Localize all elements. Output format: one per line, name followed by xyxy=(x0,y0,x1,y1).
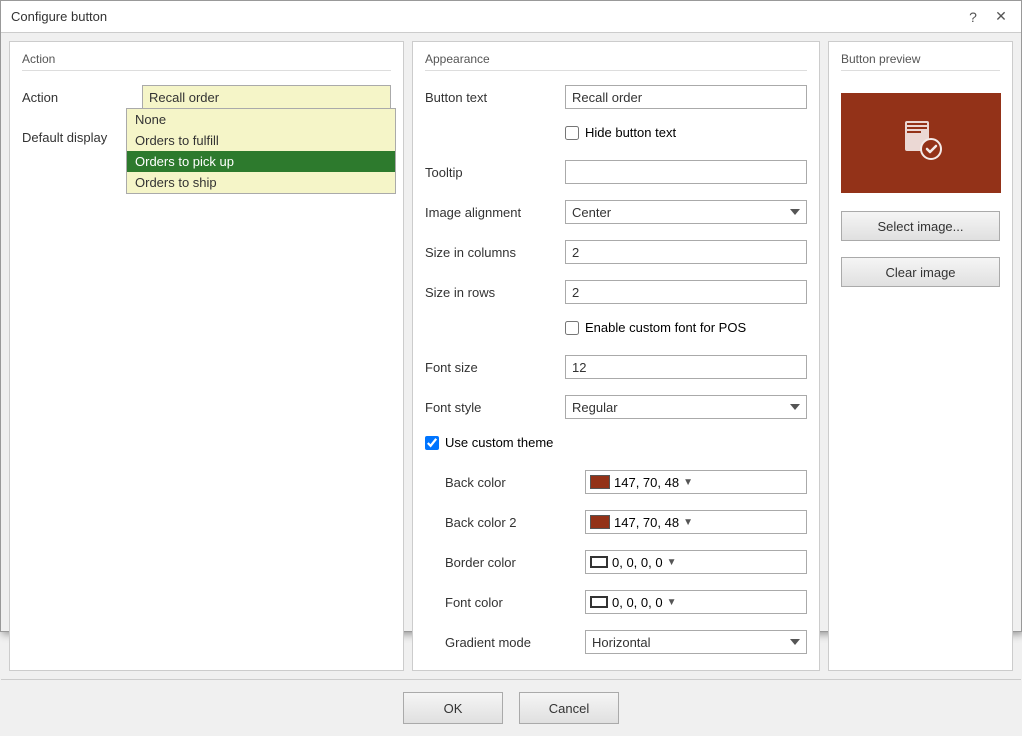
close-button[interactable]: ✕ xyxy=(991,7,1011,27)
dropdown-item-orders-ship[interactable]: Orders to ship xyxy=(127,172,395,193)
action-label: Action xyxy=(22,90,142,105)
size-columns-label: Size in columns xyxy=(425,245,565,260)
back-color2-value: 147, 70, 48 xyxy=(614,515,679,530)
back-color-swatch xyxy=(590,475,610,489)
border-color-label: Border color xyxy=(445,555,585,570)
hide-button-text-checkbox[interactable] xyxy=(565,126,579,140)
back-color-label: Back color xyxy=(445,475,585,490)
back-color2-swatch xyxy=(590,515,610,529)
font-size-label: Font size xyxy=(425,360,565,375)
back-color-row: Back color 147, 70, 48 ▼ xyxy=(425,470,807,494)
image-alignment-row: Image alignment Center xyxy=(425,200,807,224)
custom-font-label: Enable custom font for POS xyxy=(585,320,746,335)
button-preview-display xyxy=(841,93,1001,193)
appearance-panel: Appearance Button text Hide button text … xyxy=(412,41,820,671)
dropdown-item-orders-fulfill[interactable]: Orders to fulfill xyxy=(127,130,395,151)
back-color2-row: Back color 2 147, 70, 48 ▼ xyxy=(425,510,807,534)
font-size-row: Font size xyxy=(425,355,807,379)
font-size-input[interactable] xyxy=(565,355,807,379)
action-panel-header: Action xyxy=(22,52,391,71)
button-preview-panel: Button preview Select image... xyxy=(828,41,1013,671)
configure-button-dialog: Configure button ? ✕ Action Action Recal… xyxy=(0,0,1022,632)
tooltip-row: Tooltip xyxy=(425,160,807,184)
dropdown-item-orders-pickup[interactable]: Orders to pick up xyxy=(127,151,395,172)
dialog-body: Action Action Recall order Default displ… xyxy=(1,33,1021,679)
button-text-input[interactable] xyxy=(565,85,807,109)
back-color2-dropdown-arrow: ▼ xyxy=(683,517,693,528)
default-display-dropdown-overlay: None Orders to fulfill Orders to pick up… xyxy=(126,108,396,194)
back-color-select-wrapper[interactable]: 147, 70, 48 ▼ xyxy=(585,470,807,494)
tooltip-label: Tooltip xyxy=(425,165,565,180)
border-color-value: 0, 0, 0, 0 xyxy=(612,555,663,570)
gradient-mode-row: Gradient mode Horizontal xyxy=(425,630,807,654)
help-button[interactable]: ? xyxy=(963,7,983,27)
back-color2-select-wrapper[interactable]: 147, 70, 48 ▼ xyxy=(585,510,807,534)
size-rows-input[interactable] xyxy=(565,280,807,304)
hide-button-text-checkbox-row: Hide button text xyxy=(565,125,676,140)
custom-theme-checkbox-row: Use custom theme xyxy=(425,435,553,450)
border-color-swatch xyxy=(590,556,608,568)
custom-font-checkbox-row: Enable custom font for POS xyxy=(565,320,746,335)
back-color-value: 147, 70, 48 xyxy=(614,475,679,490)
action-select[interactable]: Recall order xyxy=(142,85,391,109)
font-style-select[interactable]: Regular xyxy=(565,395,807,419)
custom-theme-label: Use custom theme xyxy=(445,435,553,450)
preview-icon xyxy=(897,115,945,172)
font-color-label: Font color xyxy=(445,595,585,610)
clear-image-button[interactable]: Clear image xyxy=(841,257,1000,287)
font-color-swatch xyxy=(590,596,608,608)
size-rows-label: Size in rows xyxy=(425,285,565,300)
custom-font-checkbox[interactable] xyxy=(565,321,579,335)
size-rows-row: Size in rows xyxy=(425,280,807,304)
dialog-footer: OK Cancel xyxy=(1,679,1021,736)
titlebar: Configure button ? ✕ xyxy=(1,1,1021,33)
custom-theme-row: Use custom theme xyxy=(425,435,807,454)
select-image-button[interactable]: Select image... xyxy=(841,211,1000,241)
hide-button-text-row: Hide button text xyxy=(425,125,807,144)
button-preview-header: Button preview xyxy=(841,52,1000,71)
image-alignment-label: Image alignment xyxy=(425,205,565,220)
font-color-select-wrapper[interactable]: 0, 0, 0, 0 ▼ xyxy=(585,590,807,614)
dropdown-item-none[interactable]: None xyxy=(127,109,395,130)
cancel-button[interactable]: Cancel xyxy=(519,692,619,724)
custom-font-row: Enable custom font for POS xyxy=(425,320,807,339)
size-columns-row: Size in columns xyxy=(425,240,807,264)
gradient-mode-select[interactable]: Horizontal xyxy=(585,630,807,654)
font-color-row: Font color 0, 0, 0, 0 ▼ xyxy=(425,590,807,614)
size-columns-input[interactable] xyxy=(565,240,807,264)
titlebar-controls: ? ✕ xyxy=(963,7,1011,27)
font-color-value: 0, 0, 0, 0 xyxy=(612,595,663,610)
border-color-select-wrapper[interactable]: 0, 0, 0, 0 ▼ xyxy=(585,550,807,574)
image-alignment-select[interactable]: Center xyxy=(565,200,807,224)
appearance-panel-header: Appearance xyxy=(425,52,807,71)
default-display-label: Default display xyxy=(22,130,142,145)
font-style-row: Font style Regular xyxy=(425,395,807,419)
action-row: Action Recall order xyxy=(22,85,391,109)
button-text-label: Button text xyxy=(425,90,565,105)
gradient-mode-label: Gradient mode xyxy=(445,635,585,650)
font-style-label: Font style xyxy=(425,400,565,415)
hide-button-text-label: Hide button text xyxy=(585,125,676,140)
back-color-dropdown-arrow: ▼ xyxy=(683,477,693,488)
dialog-title: Configure button xyxy=(11,9,107,24)
font-color-dropdown-arrow: ▼ xyxy=(667,597,677,608)
tooltip-input[interactable] xyxy=(565,160,807,184)
back-color2-label: Back color 2 xyxy=(445,515,585,530)
border-color-dropdown-arrow: ▼ xyxy=(667,557,677,568)
button-text-row: Button text xyxy=(425,85,807,109)
ok-button[interactable]: OK xyxy=(403,692,503,724)
custom-theme-checkbox[interactable] xyxy=(425,436,439,450)
border-color-row: Border color 0, 0, 0, 0 ▼ xyxy=(425,550,807,574)
action-panel: Action Action Recall order Default displ… xyxy=(9,41,404,671)
